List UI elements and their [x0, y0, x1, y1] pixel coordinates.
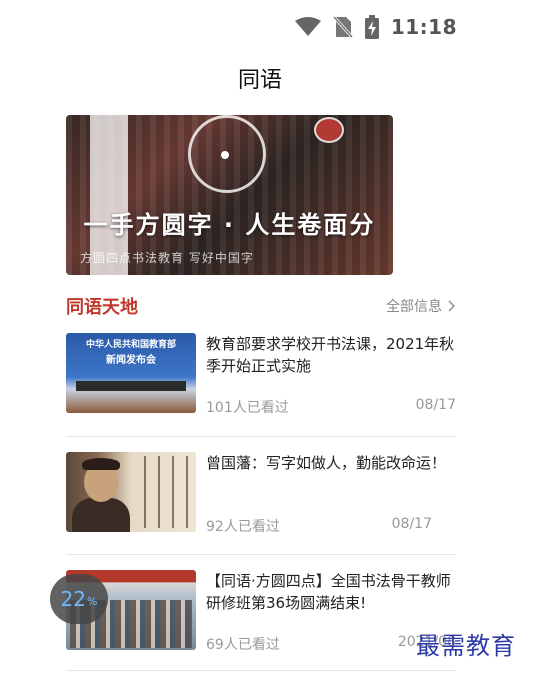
news-thumbnail [66, 452, 196, 532]
news-title: 教育部要求学校开书法课，2021年秋季开始正式实施 [206, 335, 455, 375]
progress-unit: % [87, 594, 98, 608]
section-title: 同语天地 [66, 297, 138, 318]
watermark-text: 最需教育 [416, 632, 516, 660]
divider [66, 670, 456, 671]
thumb-caption: 中华人民共和国教育部 [85, 340, 176, 350]
seal-dot [221, 151, 229, 159]
news-title: 曾国藩：写字如做人，勤能改命运！ [206, 454, 447, 472]
progress-badge[interactable]: 22% [50, 574, 108, 624]
banner-headline: 一手方圆字 · 人生卷面分 [83, 211, 376, 239]
all-info-label: 全部信息 [386, 299, 442, 315]
news-item[interactable]: 中华人民共和国教育部 新闻发布会 教育部要求学校开书法课，2021年秋季开始正式… [66, 333, 456, 421]
calligraphy-texture [136, 456, 192, 528]
section-header: 同语天地 全部信息 [66, 293, 456, 319]
wifi-icon [294, 17, 321, 36]
battery-charging-icon [364, 15, 379, 39]
chevron-right-icon [448, 300, 456, 312]
page-title: 同语 [237, 68, 282, 93]
thumb-table [76, 381, 186, 391]
red-lantern [314, 117, 344, 143]
status-time: 11:18 [390, 15, 457, 39]
all-info-link[interactable]: 全部信息 [386, 296, 456, 316]
banner-subline: 方圆四点书法教育 写好中国字 [80, 251, 254, 265]
news-item[interactable]: 曾国藩：写字如做人，勤能改命运！ 92人已看过 08/17 [66, 452, 456, 540]
divider [66, 436, 456, 437]
divider [66, 554, 456, 555]
news-item[interactable]: 【同语·方圆四点】全国书法骨干教师研修班第36场圆满结束! 69人已看过 202… [66, 570, 456, 658]
status-bar: 11:18 [294, 12, 457, 42]
thumb-caption: 新闻发布会 [106, 355, 156, 366]
news-views: 69人已看过 [206, 637, 280, 653]
news-thumbnail: 中华人民共和国教育部 新闻发布会 [66, 333, 196, 413]
news-date: 08/17 [391, 516, 432, 532]
banner-carousel[interactable]: 一手方圆字 · 人生卷面分 方圆四点书法教育 写好中国字 [66, 115, 393, 275]
no-sim-icon [332, 16, 353, 38]
portrait-hat [82, 458, 120, 470]
progress-value: 22 [60, 587, 86, 611]
news-date: 08/17 [415, 397, 456, 413]
news-title: 【同语·方圆四点】全国书法骨干教师研修班第36场圆满结束! [206, 572, 451, 612]
news-views: 101人已看过 [206, 400, 289, 416]
news-views: 92人已看过 [206, 519, 280, 535]
portrait-body [72, 498, 130, 532]
